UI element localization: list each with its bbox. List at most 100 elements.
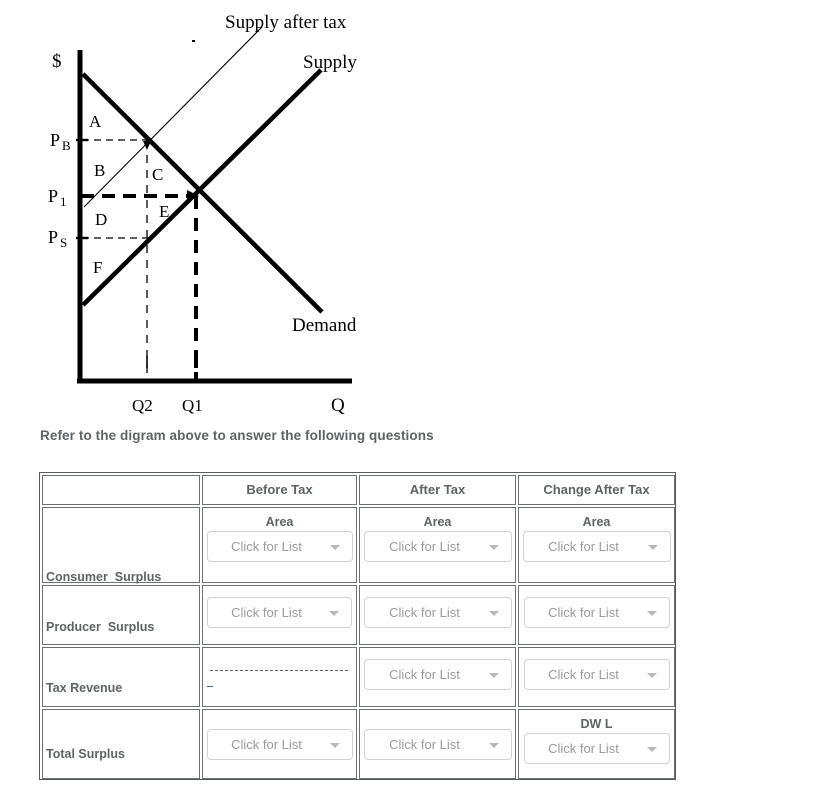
chevron-down-icon [647, 545, 658, 550]
supply-label: Supply [303, 52, 357, 73]
area-caption: Area [423, 515, 452, 529]
chevron-down-icon [488, 545, 499, 550]
region-f-label: F [93, 258, 102, 277]
chevron-down-icon [488, 743, 499, 748]
cell-total-surplus-before: Click for List [202, 709, 357, 779]
region-c-label: C [152, 165, 163, 184]
dropdown-producer-surplus-change[interactable]: Click for List [523, 597, 670, 628]
dropdown-label: Click for List [548, 605, 619, 620]
header-before-tax: Before Tax [202, 475, 357, 505]
row-label-producer-surplus: Producer Surplus [46, 620, 155, 634]
row-label-cell-consumer-surplus: Consumer Surplus [42, 507, 200, 584]
price-tick-p1: P 1 [48, 186, 67, 209]
supply-after-tax-curve [83, 26, 263, 208]
price-tick-pb: P B [50, 130, 71, 153]
dropdown-tax-revenue-change[interactable]: Click for List [523, 659, 670, 690]
cell-tax-revenue-change: Click for List [518, 647, 675, 707]
area-caption: Area [265, 515, 294, 529]
cell-tax-revenue-after: Click for List [359, 647, 516, 707]
dropdown-consumer-surplus-after[interactable]: Click for List [363, 531, 512, 562]
p1-subscript: 1 [60, 194, 67, 209]
dropdown-label: Click for List [548, 741, 619, 756]
chevron-down-icon [646, 611, 657, 616]
cell-consumer-surplus-before: Area Click for List [202, 507, 357, 583]
dropdown-label: Click for List [389, 605, 460, 620]
pb-subscript: B [62, 138, 71, 153]
dropdown-label: Click for List [231, 737, 302, 752]
dashed-rule [210, 670, 348, 671]
dropdown-label: Click for List [548, 539, 619, 554]
dropdown-label: Click for List [389, 667, 460, 682]
header-after-tax: After Tax [359, 475, 516, 505]
cell-consumer-surplus-after: Area Click for List [359, 507, 516, 583]
x-axis-label: Q [331, 395, 345, 416]
dropdown-tax-revenue-after[interactable]: Click for List [363, 659, 512, 690]
ps-label: P [48, 227, 58, 247]
demand-curve [81, 72, 324, 314]
table-row: Tax Revenue Click for List Click for Lis… [42, 647, 675, 707]
ps-subscript: S [60, 235, 67, 250]
chevron-down-icon [329, 545, 340, 550]
region-a-label: A [89, 112, 102, 131]
table-header-row: Before Tax After Tax Change After Tax [42, 475, 675, 505]
dropdown-producer-surplus-after[interactable]: Click for List [363, 597, 512, 628]
q2-tick-label: Q2 [132, 396, 153, 415]
p1-label: P [48, 186, 58, 206]
dropdown-label: Click for List [389, 737, 460, 752]
row-label-total-surplus: Total Surplus [46, 747, 125, 761]
row-label-consumer-surplus: Consumer Surplus [46, 570, 162, 584]
chevron-down-icon [329, 743, 340, 748]
dropdown-consumer-surplus-before[interactable]: Click for List [206, 531, 353, 562]
diagram-canvas: $ Q P B P 1 P S Q2 Q1 Supply after tax S… [48, 12, 357, 416]
row-label-tax-revenue: Tax Revenue [46, 681, 123, 695]
cell-total-surplus-change: DW L Click for List [518, 709, 675, 779]
demand-label: Demand [292, 315, 357, 336]
dash-stub [207, 686, 213, 687]
dropdown-label: Click for List [231, 605, 302, 620]
row-label-cell-tax-revenue: Tax Revenue [42, 647, 200, 707]
chevron-down-icon [646, 673, 657, 678]
dropdown-total-surplus-change[interactable]: Click for List [523, 733, 670, 764]
supply-curve [81, 68, 323, 307]
not-applicable-marker [203, 648, 356, 706]
cell-producer-surplus-change: Click for List [518, 585, 675, 645]
header-change-after-tax: Change After Tax [518, 475, 675, 505]
cell-consumer-surplus-change: Area Click for List [518, 507, 675, 583]
dropdown-label: Click for List [231, 539, 302, 554]
chevron-down-icon [646, 747, 657, 752]
surplus-table: Before Tax After Tax Change After Tax Co… [39, 472, 676, 780]
row-label-cell-producer-surplus: Producer Surplus [42, 585, 200, 645]
region-b-label: B [94, 161, 105, 180]
row-label-cell-total-surplus: Total Surplus [42, 709, 200, 779]
dropdown-label: Click for List [548, 667, 619, 682]
cell-producer-surplus-after: Click for List [359, 585, 516, 645]
surplus-grid: Before Tax After Tax Change After Tax Co… [40, 473, 677, 781]
pb-label: P [50, 130, 60, 150]
dropdown-consumer-surplus-change[interactable]: Click for List [522, 531, 671, 562]
cell-total-surplus-after: Click for List [359, 709, 516, 779]
dropdown-total-surplus-before[interactable]: Click for List [206, 729, 353, 760]
dropdown-label: Click for List [389, 539, 460, 554]
dropdown-producer-surplus-before[interactable]: Click for List [207, 597, 352, 628]
table-row: Producer Surplus Click for List Click fo… [42, 585, 675, 645]
header-corner-cell [42, 475, 200, 505]
table-row: Consumer Surplus Area Click for List Are… [42, 507, 675, 584]
area-caption: Area [582, 515, 611, 529]
table-row: Total Surplus Click for List Click for L… [42, 709, 675, 779]
chevron-down-icon [329, 611, 339, 616]
price-tick-ps: P S [48, 227, 67, 250]
dwl-caption: DW L [580, 717, 613, 731]
region-d-label: D [95, 210, 107, 229]
supply-demand-diagram: $ Q P B P 1 P S Q2 Q1 Supply after tax S… [0, 0, 420, 420]
cell-tax-revenue-before [202, 647, 357, 707]
region-e-label: E [159, 202, 169, 221]
chevron-down-icon [488, 611, 499, 616]
dropdown-total-surplus-after[interactable]: Click for List [363, 729, 512, 760]
y-axis-label: $ [52, 51, 62, 72]
supply-after-tax-label: Supply after tax [225, 12, 347, 33]
stray-mark [192, 40, 195, 42]
chevron-down-icon [488, 673, 499, 678]
instruction-text: Refer to the digram above to answer the … [40, 428, 434, 443]
cell-producer-surplus-before: Click for List [202, 585, 357, 645]
q1-tick-label: Q1 [182, 396, 203, 415]
